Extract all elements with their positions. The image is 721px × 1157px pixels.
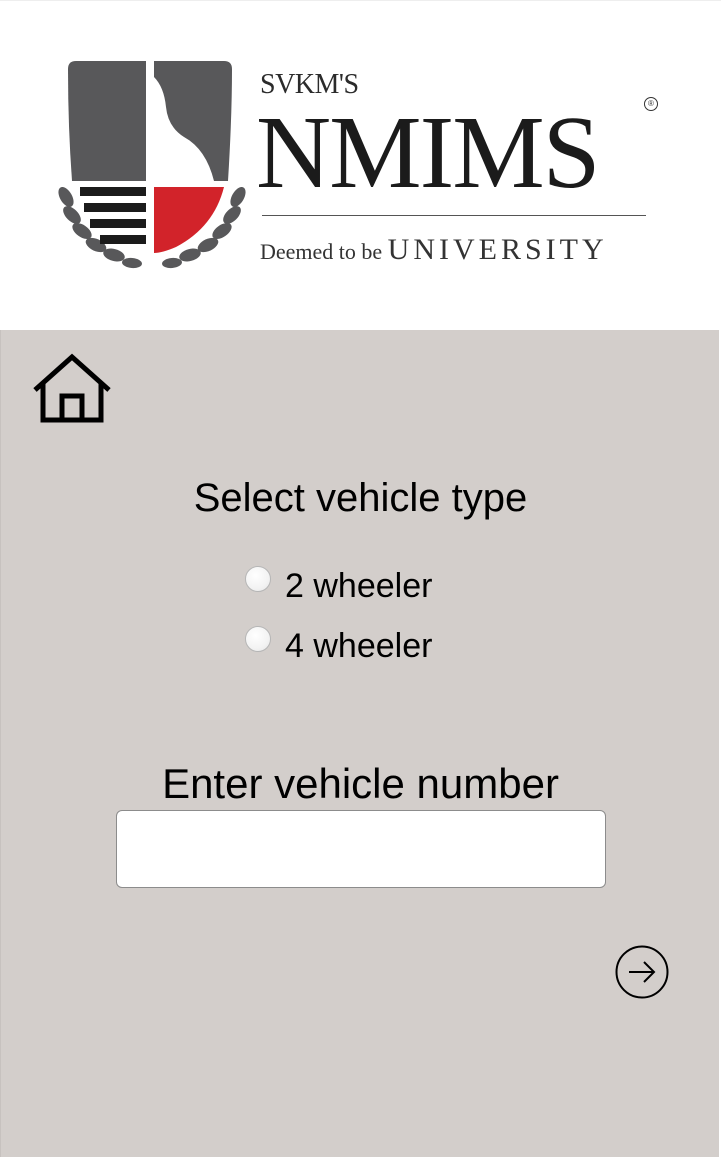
radio-2-wheeler[interactable] xyxy=(245,566,271,592)
vehicle-form-panel: Select vehicle type 2 wheeler 4 wheeler … xyxy=(0,330,719,1157)
arrow-right-circle-icon xyxy=(615,945,669,999)
option-label: 4 wheeler xyxy=(285,626,433,665)
header: SVKM'S NMIMS ® Deemed to be UNIVERSITY xyxy=(0,0,721,330)
vehicle-number-input[interactable] xyxy=(116,810,606,888)
home-icon xyxy=(33,353,111,423)
option-2-wheeler[interactable]: 2 wheeler xyxy=(245,566,432,606)
logo-tagline: Deemed to be UNIVERSITY xyxy=(260,233,608,267)
tagline-large: UNIVERSITY xyxy=(387,233,608,266)
registered-mark: ® xyxy=(644,97,658,111)
logo-name: NMIMS xyxy=(256,95,601,210)
option-4-wheeler[interactable]: 4 wheeler xyxy=(245,626,432,666)
nmims-logo: SVKM'S NMIMS ® Deemed to be UNIVERSITY xyxy=(58,57,664,277)
crest-emblem xyxy=(58,61,246,269)
vehicle-type-title: Select vehicle type xyxy=(193,476,528,520)
wordmark: SVKM'S NMIMS ® Deemed to be UNIVERSITY xyxy=(256,57,664,277)
tagline-small: Deemed to be xyxy=(260,239,388,264)
home-button[interactable] xyxy=(31,352,113,424)
vehicle-number-label: Enter vehicle number xyxy=(162,760,559,807)
option-label: 2 wheeler xyxy=(285,566,433,605)
logo-divider xyxy=(262,215,646,216)
submit-button[interactable] xyxy=(614,944,670,1000)
radio-4-wheeler[interactable] xyxy=(245,626,271,652)
